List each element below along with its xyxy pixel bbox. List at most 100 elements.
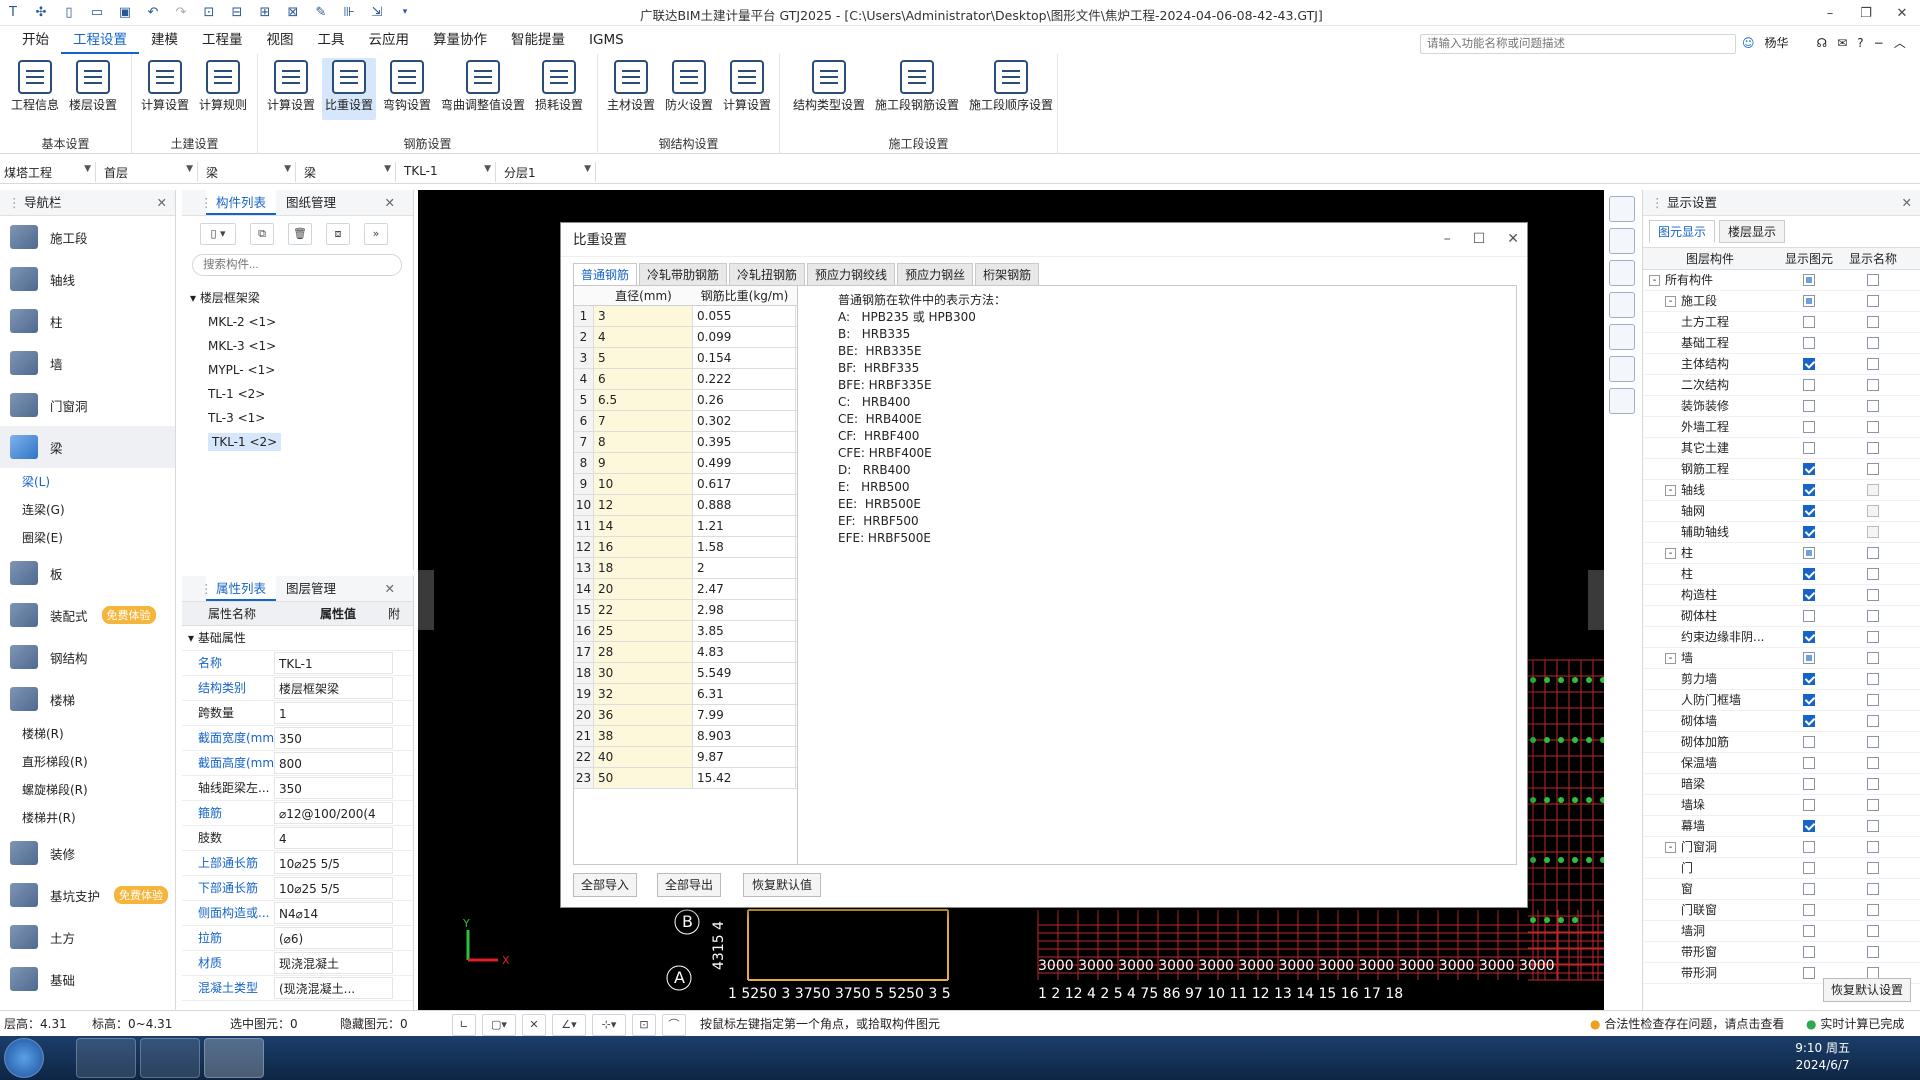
- minimize-icon[interactable]: –: [1812, 6, 1848, 21]
- show-name-checkbox[interactable]: [1867, 547, 1879, 559]
- table-row[interactable]: 15 22 2.98: [574, 600, 797, 621]
- weight-cell[interactable]: 1.21: [693, 516, 796, 536]
- show-name-checkbox[interactable]: [1867, 862, 1879, 874]
- close-icon[interactable]: ✕: [1902, 190, 1912, 216]
- customize-icon[interactable]: ▾: [396, 3, 414, 21]
- tree-item[interactable]: MYPL- <1>: [190, 358, 413, 382]
- tab-layer-manage[interactable]: 图层管理: [276, 576, 346, 601]
- select-box-icon[interactable]: ▢▾: [482, 1014, 516, 1036]
- prop-value[interactable]: (现浇混凝土...: [274, 977, 393, 999]
- diameter-cell[interactable]: 6.5: [594, 390, 693, 410]
- start-button[interactable]: [4, 1038, 44, 1078]
- show-element-checkbox[interactable]: [1803, 799, 1815, 811]
- prop-row[interactable]: 拉筋 (⌀6): [182, 926, 413, 951]
- show-element-checkbox[interactable]: [1803, 673, 1815, 685]
- display-row[interactable]: - 施工段: [1643, 291, 1920, 312]
- diameter-cell[interactable]: 22: [594, 600, 693, 620]
- show-name-checkbox[interactable]: [1867, 526, 1879, 538]
- display-row[interactable]: 基础工程: [1643, 333, 1920, 354]
- clock[interactable]: 9:10 周五 2024/6/7: [1795, 1040, 1850, 1074]
- show-element-checkbox[interactable]: [1803, 925, 1815, 937]
- nav-item-pit-support[interactable]: 基坑支护 免费体验: [0, 874, 175, 916]
- show-name-checkbox[interactable]: [1867, 715, 1879, 727]
- prop-value[interactable]: ⌀12@100/200(4: [274, 802, 393, 824]
- user-name[interactable]: 杨华: [1765, 34, 1789, 51]
- project-select[interactable]: 煤塔工程 ▼: [0, 162, 96, 182]
- nav-item-wall[interactable]: 墙: [0, 342, 175, 384]
- ortho-icon[interactable]: ∟: [452, 1014, 476, 1036]
- tab-cold-twisted[interactable]: 冷轧扭钢筋: [729, 263, 806, 286]
- section-order-button[interactable]: 施工段顺序设置: [966, 58, 1056, 120]
- show-element-checkbox[interactable]: [1803, 757, 1815, 769]
- show-name-checkbox[interactable]: [1867, 946, 1879, 958]
- display-row[interactable]: 砌体墙: [1643, 711, 1920, 732]
- prop-value[interactable]: 楼层框架梁: [274, 677, 393, 699]
- show-name-checkbox[interactable]: [1867, 589, 1879, 601]
- show-element-checkbox[interactable]: [1803, 862, 1815, 874]
- show-name-checkbox[interactable]: [1867, 841, 1879, 853]
- redo-icon[interactable]: ↷: [172, 3, 190, 21]
- weight-cell[interactable]: 15.42: [693, 768, 796, 788]
- cross-icon[interactable]: ✕: [522, 1014, 546, 1036]
- display-row[interactable]: 带形窗: [1643, 942, 1920, 963]
- nav-item-foundation[interactable]: 基础: [0, 958, 175, 1000]
- nav-sub-straight-flight[interactable]: 直形梯段(R): [0, 748, 175, 776]
- weight-cell[interactable]: 0.302: [693, 411, 796, 431]
- close-icon[interactable]: ✕: [157, 190, 167, 216]
- notes-icon[interactable]: [1609, 388, 1635, 414]
- display-row[interactable]: 约束边缘非阴...: [1643, 627, 1920, 648]
- loss-settings-button[interactable]: 损耗设置: [532, 58, 586, 120]
- draw-icon[interactable]: ✎: [312, 3, 330, 21]
- diameter-cell[interactable]: 12: [594, 495, 693, 515]
- prop-value[interactable]: 10⌀25 5/5: [274, 877, 393, 899]
- show-element-checkbox[interactable]: [1803, 820, 1815, 832]
- props-section[interactable]: ▾ 基础属性: [182, 626, 413, 651]
- show-name-checkbox[interactable]: [1867, 778, 1879, 790]
- menu-view[interactable]: 视图: [255, 26, 306, 54]
- show-name-checkbox[interactable]: [1867, 400, 1879, 412]
- collapse-ribbon-icon[interactable]: ︿: [1894, 34, 1906, 51]
- floor-select[interactable]: 首层 ▼: [100, 162, 198, 182]
- show-name-checkbox[interactable]: [1867, 736, 1879, 748]
- prop-value[interactable]: 350: [274, 727, 393, 749]
- show-name-checkbox[interactable]: [1867, 484, 1879, 496]
- show-element-checkbox[interactable]: [1803, 337, 1815, 349]
- menu-tools[interactable]: 工具: [306, 26, 357, 54]
- table-row[interactable]: 10 12 0.888: [574, 495, 797, 516]
- component-select[interactable]: TKL-1 ▼: [400, 162, 496, 182]
- user-avatar-icon[interactable]: ☺: [1742, 36, 1755, 50]
- prop-row[interactable]: 肢数 4: [182, 826, 413, 851]
- show-name-checkbox[interactable]: [1867, 673, 1879, 685]
- civil-calc-settings-button[interactable]: 计算设置: [138, 58, 192, 120]
- nav-item-axis[interactable]: 轴线: [0, 258, 175, 300]
- weight-cell[interactable]: 4.83: [693, 642, 796, 662]
- display-row[interactable]: 门: [1643, 858, 1920, 879]
- rebar-icon[interactable]: ⊪: [340, 3, 358, 21]
- nav-sub-ring-beam[interactable]: 圈梁(E): [0, 524, 175, 552]
- weight-cell[interactable]: 2: [693, 558, 796, 578]
- project-info-button[interactable]: 工程信息: [8, 58, 62, 120]
- more-icon[interactable]: »: [364, 223, 388, 245]
- settings-icon[interactable]: −: [1874, 36, 1884, 50]
- show-name-checkbox[interactable]: [1867, 316, 1879, 328]
- tree-item[interactable]: MKL-2 <1>: [190, 310, 413, 334]
- show-element-checkbox[interactable]: [1803, 610, 1815, 622]
- prop-value[interactable]: 10⌀25 5/5: [274, 852, 393, 874]
- table-row[interactable]: 20 36 7.99: [574, 705, 797, 726]
- cube-view-icon[interactable]: [1609, 292, 1635, 318]
- prop-row[interactable]: 混凝土类型 (现浇混凝土...: [182, 976, 413, 1001]
- display-row[interactable]: 砌体加筋: [1643, 732, 1920, 753]
- show-element-checkbox[interactable]: [1803, 505, 1815, 517]
- search-input[interactable]: [1420, 34, 1736, 54]
- weight-cell[interactable]: 0.888: [693, 495, 796, 515]
- table-row[interactable]: 17 28 4.83: [574, 642, 797, 663]
- show-element-checkbox[interactable]: [1803, 967, 1815, 979]
- show-element-checkbox[interactable]: [1803, 736, 1815, 748]
- prop-value[interactable]: 现浇混凝土: [274, 952, 393, 974]
- diameter-cell[interactable]: 25: [594, 621, 693, 641]
- show-name-checkbox[interactable]: [1867, 421, 1879, 433]
- show-name-checkbox[interactable]: [1867, 631, 1879, 643]
- display-row[interactable]: 门联窗: [1643, 900, 1920, 921]
- show-name-checkbox[interactable]: [1867, 274, 1879, 286]
- collapse-right-handle[interactable]: [1588, 570, 1604, 630]
